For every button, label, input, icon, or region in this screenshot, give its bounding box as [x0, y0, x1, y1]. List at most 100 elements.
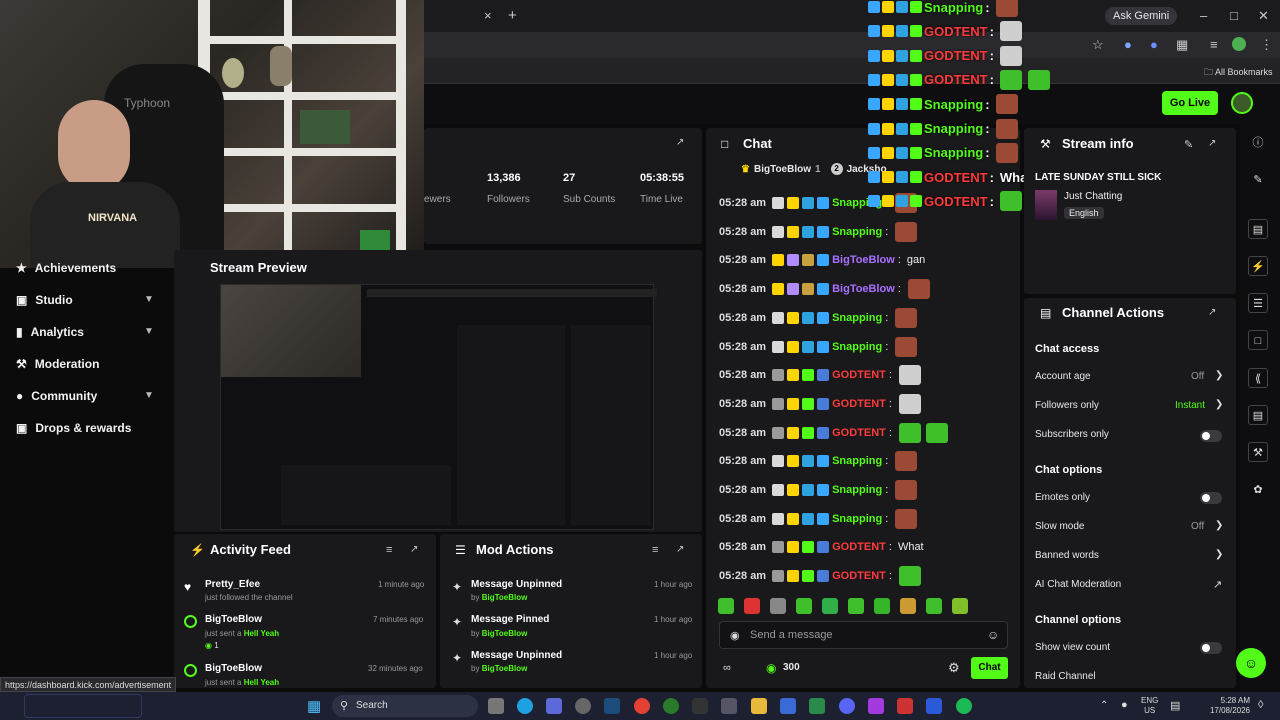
sidebar-item-achievements[interactable]: ★ Achievements: [16, 261, 116, 275]
minimize-button[interactable]: –: [1200, 8, 1207, 23]
maximize-button[interactable]: □: [1230, 8, 1238, 23]
filter-icon[interactable]: ≡: [386, 544, 392, 556]
emote-button[interactable]: [874, 598, 890, 614]
window-close-button[interactable]: ✕: [1258, 8, 1269, 24]
all-bookmarks-link[interactable]: 🗀 All Bookmarks: [1204, 65, 1273, 81]
emoji-picker-icon[interactable]: ☺: [987, 628, 999, 642]
app-icon[interactable]: [897, 698, 913, 714]
media-icon[interactable]: ≡: [1210, 37, 1218, 52]
stream-preview-video[interactable]: [220, 284, 657, 530]
slow-mode-value[interactable]: Off: [1191, 521, 1204, 532]
settings-icon[interactable]: [721, 698, 737, 714]
expand-icon[interactable]: ↗: [1208, 307, 1216, 318]
expand-icon[interactable]: ↗: [676, 544, 684, 555]
chat-username[interactable]: GODTENT: [832, 570, 886, 582]
emotes-only-toggle[interactable]: [1200, 492, 1222, 504]
chat-username[interactable]: Snapping: [832, 513, 882, 525]
sidebar-item-studio[interactable]: ▣ Studio: [16, 293, 73, 307]
wrench-icon[interactable]: ⚒: [1248, 442, 1268, 462]
chat-message[interactable]: 05:28 am GODTENT: What: [719, 538, 924, 556]
steam-icon[interactable]: [604, 698, 620, 714]
chat-message[interactable]: 05:28 am GODTENT:: [719, 566, 921, 587]
chevron-right-icon[interactable]: ❯: [1215, 370, 1223, 381]
help-chat-button[interactable]: ☺: [1236, 648, 1266, 678]
chat-message[interactable]: 05:28 am Snapping:: [719, 451, 918, 472]
chat-username[interactable]: Snapping: [832, 226, 882, 238]
gear-icon[interactable]: ⚙: [948, 660, 960, 676]
chat-icon[interactable]: □: [1248, 330, 1268, 350]
clock[interactable]: 5:28 AM 17/08/2026: [1206, 696, 1250, 716]
expand-icon[interactable]: ↗: [676, 137, 684, 148]
language-indicator[interactable]: ENG US: [1141, 696, 1158, 716]
emote-button[interactable]: [952, 598, 968, 614]
notification-bell-icon[interactable]: ◊: [1258, 699, 1263, 711]
chat-message[interactable]: 05:28 am BigToeBlow: gan: [719, 251, 925, 269]
sidebar-item-community[interactable]: ● Community: [16, 389, 97, 403]
expand-icon[interactable]: ↗: [1208, 138, 1216, 149]
edge-icon[interactable]: [517, 698, 533, 714]
chat-username[interactable]: BigToeBlow: [832, 283, 895, 295]
show-view-count-toggle[interactable]: [1200, 642, 1222, 654]
ask-gemini-button[interactable]: Ask Gemini: [1105, 7, 1178, 25]
chat-username[interactable]: GODTENT: [832, 398, 886, 410]
file-explorer-icon[interactable]: [751, 698, 767, 714]
filter-icon[interactable]: ≡: [652, 544, 658, 556]
drops-icon[interactable]: ✿: [1248, 480, 1268, 500]
emote-button[interactable]: [822, 598, 838, 614]
chat-message[interactable]: 05:28 am Snapping:: [719, 221, 918, 242]
list-icon[interactable]: ☰: [1248, 293, 1268, 313]
epic-games-icon[interactable]: [692, 698, 708, 714]
chat-message[interactable]: 05:28 am BigToeBlow:: [719, 279, 930, 300]
chat-message[interactable]: 05:28 am Snapping:: [719, 307, 918, 328]
emote-button[interactable]: [796, 598, 812, 614]
tab-close-button[interactable]: ×: [484, 8, 492, 23]
chat-message[interactable]: 05:28 am Snapping:: [719, 508, 918, 529]
chat-username[interactable]: GODTENT: [832, 369, 886, 381]
code-icon[interactable]: ⟪: [1248, 368, 1268, 388]
feed-user[interactable]: Pretty_Efee: [205, 579, 260, 590]
sidebar-item-drops[interactable]: ▣ Drops & rewards: [16, 421, 131, 435]
new-tab-button[interactable]: +: [508, 7, 517, 24]
extension-icon[interactable]: ●: [1150, 37, 1158, 52]
mod-user[interactable]: BigToeBlow: [482, 664, 528, 673]
extension-icon[interactable]: ●: [1124, 37, 1132, 52]
lightning-icon[interactable]: ⚡: [1248, 256, 1268, 276]
banned-words-label[interactable]: Banned words: [1035, 550, 1099, 561]
app-icon[interactable]: [809, 698, 825, 714]
network-icon[interactable]: ▤: [1170, 699, 1180, 712]
layout-icon[interactable]: ▤: [1248, 219, 1268, 239]
pencil-icon[interactable]: ✎: [1248, 170, 1268, 190]
edit-icon[interactable]: ✎: [1184, 138, 1193, 151]
ai-moderation-label[interactable]: AI Chat Moderation: [1035, 579, 1121, 590]
bookmark-star-icon[interactable]: ☆: [1092, 37, 1104, 53]
subscribers-only-toggle[interactable]: [1200, 430, 1222, 442]
mod-user[interactable]: BigToeBlow: [482, 593, 528, 602]
extensions-puzzle-icon[interactable]: ▦: [1176, 37, 1188, 53]
chevron-down-icon[interactable]: ▼: [144, 326, 154, 337]
go-live-button[interactable]: Go Live: [1162, 91, 1218, 115]
task-view-icon[interactable]: [488, 698, 504, 714]
app-icon[interactable]: [780, 698, 796, 714]
link-icon[interactable]: ∞: [723, 662, 731, 674]
info-icon[interactable]: ⓘ: [1248, 133, 1268, 153]
chrome-icon[interactable]: [634, 698, 650, 714]
chat-username[interactable]: Snapping: [832, 312, 882, 324]
microphone-icon[interactable]: ●: [1121, 699, 1128, 711]
tray-chevron-icon[interactable]: ⌃: [1100, 700, 1108, 711]
raid-channel-label[interactable]: Raid Channel: [1035, 671, 1096, 682]
followers-only-value[interactable]: Instant: [1175, 400, 1205, 411]
chevron-down-icon[interactable]: ▼: [144, 294, 154, 305]
taskbar-widget[interactable]: [24, 694, 142, 718]
chat-username[interactable]: GODTENT: [832, 541, 886, 553]
chat-message[interactable]: 05:28 am Snapping:: [719, 336, 918, 357]
pinned-user[interactable]: BigToeBlow: [754, 164, 811, 175]
chat-input[interactable]: ◉ Send a message ☺: [719, 621, 1008, 649]
chevron-down-icon[interactable]: ▼: [144, 390, 154, 401]
chat-message[interactable]: 05:28 am GODTENT:: [719, 393, 921, 414]
mod-user[interactable]: BigToeBlow: [482, 629, 528, 638]
app-icon[interactable]: [575, 698, 591, 714]
chat-username[interactable]: GODTENT: [832, 427, 886, 439]
app-icon[interactable]: [546, 698, 562, 714]
account-age-value[interactable]: Off: [1191, 371, 1204, 382]
feed-user[interactable]: BigToeBlow: [205, 614, 262, 625]
